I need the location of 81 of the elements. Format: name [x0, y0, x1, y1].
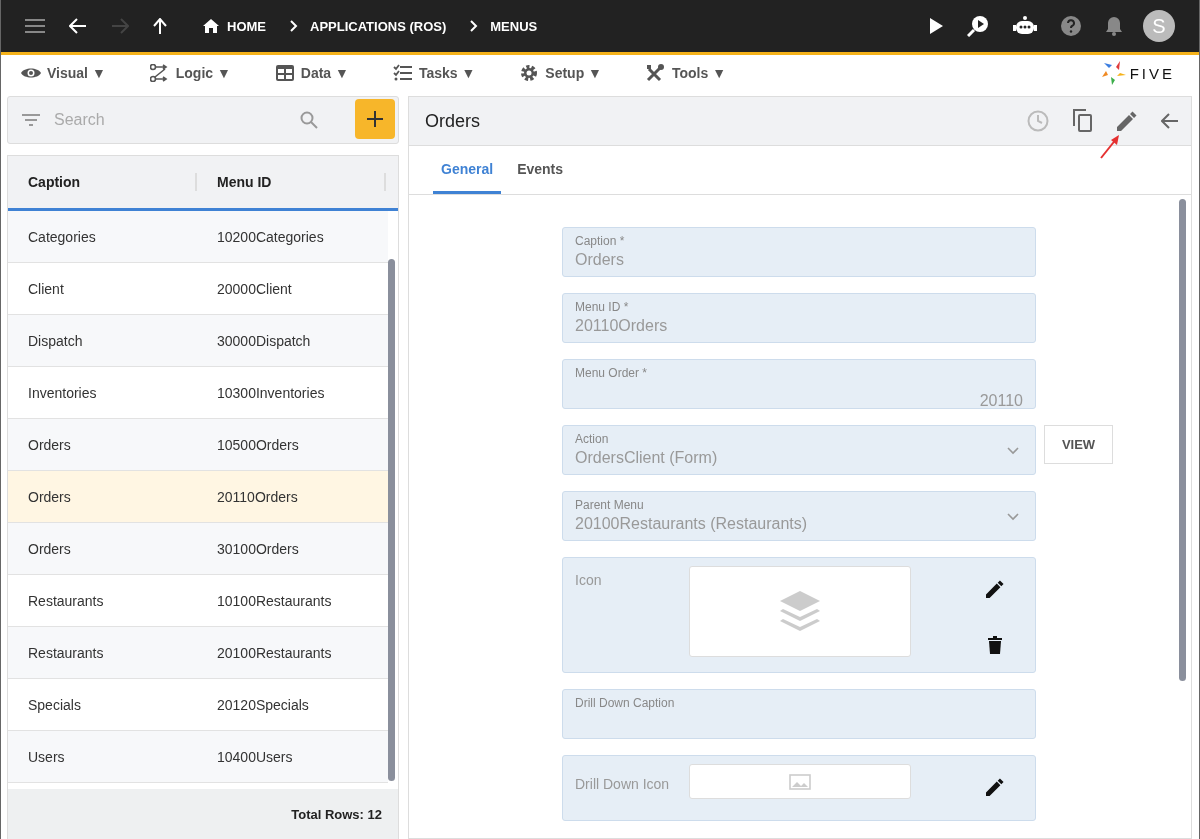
- table-cell-text: Orders: [27, 540, 72, 557]
- table-row[interactable]: Users 10400Users: [8, 731, 388, 783]
- play-icon[interactable]: [929, 18, 943, 34]
- form-title: Orders: [425, 110, 480, 132]
- search-field[interactable]: Search: [7, 96, 399, 144]
- add-button[interactable]: [355, 99, 395, 139]
- logic-icon: [149, 64, 170, 82]
- tasks-icon: [392, 64, 413, 82]
- image-icon: [789, 773, 811, 790]
- chevron-down-icon: [1007, 447, 1019, 455]
- chevron-down-icon: [1007, 513, 1019, 521]
- table-cell-text: Specials: [27, 696, 82, 713]
- view-button[interactable]: VIEW: [1044, 425, 1113, 464]
- menu-item[interactable]: Tools ▼: [645, 64, 726, 82]
- table-cell-text: 10500Orders: [216, 436, 300, 453]
- up-arrow-icon[interactable]: [153, 18, 167, 34]
- table-cell-text: 10100Restaurants: [216, 592, 333, 609]
- table-cell-text: 10300Inventories: [216, 384, 326, 401]
- bell-icon[interactable]: [1105, 16, 1123, 36]
- table-cell-text: Orders: [27, 488, 72, 505]
- table-row[interactable]: Restaurants 20100Restaurants: [8, 627, 388, 679]
- table-cell-text: 10400Users: [216, 748, 294, 765]
- filter-icon[interactable]: [22, 114, 40, 126]
- tab[interactable]: General: [433, 146, 502, 194]
- table-cell-text: Restaurants: [27, 592, 105, 609]
- table-cell-text: 20110Orders: [216, 488, 299, 505]
- table-row[interactable]: Orders 30100Orders: [8, 523, 388, 575]
- search-icon[interactable]: [300, 111, 318, 129]
- tools-icon: [645, 64, 666, 82]
- menu-icon[interactable]: [25, 19, 45, 33]
- field-label: Icon: [575, 572, 603, 588]
- column-header[interactable]: Menu ID: [217, 174, 272, 190]
- chevron-icon: [470, 20, 479, 32]
- help-icon[interactable]: [1061, 16, 1081, 36]
- scrollbar-thumb[interactable]: [1179, 199, 1186, 681]
- table-row[interactable]: Orders 20110Orders: [8, 471, 388, 523]
- table-cell-text: Categories: [27, 228, 97, 245]
- breadcrumb-link[interactable]: APPLICATIONS (ROS): [310, 18, 447, 34]
- menu-item[interactable]: Data ▼: [274, 64, 349, 82]
- layers-icon: [778, 590, 822, 633]
- breadcrumb-link[interactable]: MENUS: [490, 18, 538, 34]
- table-cell-text: 30000Dispatch: [216, 332, 312, 349]
- table-cell-text: 20120Specials: [216, 696, 310, 713]
- table-cell-text: Inventories: [27, 384, 98, 401]
- home-icon: [203, 19, 219, 33]
- table-cell-text: Users: [27, 748, 66, 765]
- table-cell-text: 30100Orders: [216, 540, 300, 557]
- tab[interactable]: Events: [509, 146, 572, 194]
- table-cell-text: 20100Restaurants: [216, 644, 333, 661]
- delete-icon[interactable]: [988, 636, 1002, 654]
- total-rows-label: Total Rows: 12: [291, 806, 382, 822]
- edit-icon[interactable]: [986, 778, 1004, 796]
- table-icon: [274, 64, 295, 82]
- table-cell-text: 10200Categories: [216, 228, 325, 245]
- logo-icon: [1101, 61, 1126, 85]
- scrollbar-thumb[interactable]: [388, 259, 395, 781]
- table-cell-text: Dispatch: [27, 332, 84, 349]
- edit-icon[interactable]: [986, 580, 1004, 598]
- breadcrumb-link[interactable]: HOME: [203, 18, 266, 34]
- table-row[interactable]: Dispatch 30000Dispatch: [8, 315, 388, 367]
- chevron-icon: [290, 20, 298, 32]
- logo-text: FIVE: [1129, 64, 1175, 82]
- table-row[interactable]: Orders 10500Orders: [8, 419, 388, 471]
- field-label: Drill Down Icon: [575, 776, 671, 792]
- search-input[interactable]: Search: [52, 110, 288, 130]
- table-cell-text: Orders: [27, 436, 72, 453]
- column-header[interactable]: Caption: [28, 174, 81, 190]
- menu-item[interactable]: Visual ▼: [21, 64, 106, 82]
- pointer-arrow: [1099, 133, 1121, 159]
- menu-item[interactable]: Setup ▼: [519, 64, 602, 82]
- table-cell-text: Client: [27, 280, 65, 297]
- search-play-icon[interactable]: [967, 15, 989, 37]
- copy-icon[interactable]: [1073, 109, 1093, 133]
- menu-item[interactable]: Tasks ▼: [392, 64, 476, 82]
- plus-icon: [367, 111, 383, 127]
- table-cell-text: Restaurants: [27, 644, 105, 661]
- menu-item[interactable]: Logic ▼: [149, 64, 231, 82]
- chatbot-icon[interactable]: [1013, 16, 1037, 36]
- table-cell-text: 20000Client: [216, 280, 293, 297]
- table-row[interactable]: Categories 10200Categories: [8, 211, 388, 263]
- settings-icon: [519, 64, 540, 82]
